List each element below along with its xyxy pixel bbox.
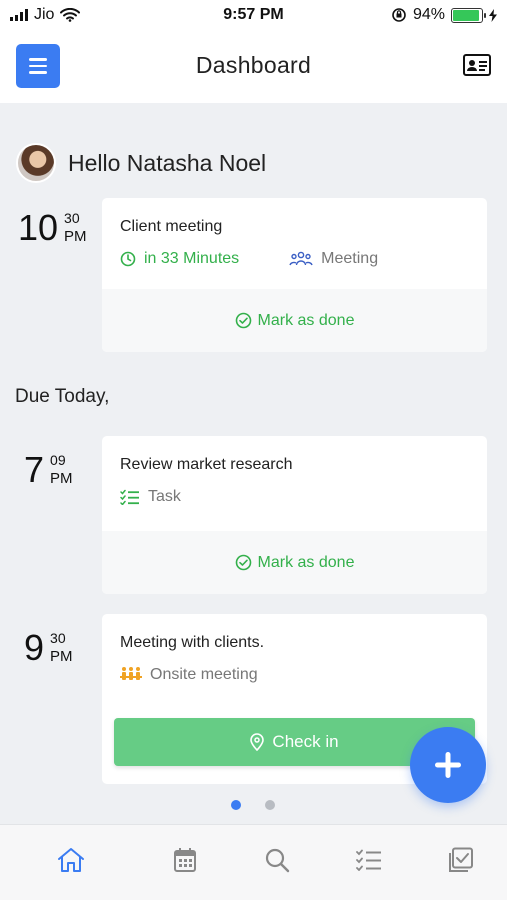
task-title: Review market research xyxy=(120,456,293,473)
bottom-nav xyxy=(0,824,507,900)
time-ampm: PM xyxy=(50,647,73,665)
tab-tasks[interactable] xyxy=(354,845,384,875)
time-hour: 9 xyxy=(24,627,45,668)
task-list-icon xyxy=(120,489,139,505)
page-title: Dashboard xyxy=(195,52,312,78)
tab-checklist[interactable] xyxy=(446,845,476,875)
add-button[interactable] xyxy=(410,727,486,803)
status-right: 94% xyxy=(391,6,497,24)
calendar-icon xyxy=(174,848,196,872)
mark-done-label: Mark as done xyxy=(257,553,355,571)
avatar[interactable] xyxy=(16,143,56,183)
task-card[interactable]: Review market research Task Mark as done xyxy=(102,436,487,594)
orientation-lock-icon xyxy=(392,8,406,22)
tab-home[interactable] xyxy=(56,845,86,875)
time-ampm: PM xyxy=(64,227,87,245)
greeting: Hello Natasha Noel xyxy=(16,143,266,183)
tab-search[interactable] xyxy=(262,845,292,875)
contact-card-icon[interactable] xyxy=(463,54,491,76)
check-in-label: Check in xyxy=(272,732,339,751)
upcoming-event-card[interactable]: Client meeting in 33 Minutes Meeting Mar… xyxy=(102,198,487,352)
meeting-time: 9 30 PM xyxy=(24,630,73,666)
battery-icon xyxy=(451,7,486,23)
task-list-icon xyxy=(356,849,381,871)
checklist-icon xyxy=(449,847,473,872)
meeting-meta: Onsite meeting xyxy=(120,666,258,684)
meeting-title: Meeting with clients. xyxy=(120,634,265,651)
time-hour: 7 xyxy=(24,449,45,490)
home-icon xyxy=(58,848,84,872)
search-icon xyxy=(265,848,290,873)
time-minute: 09 xyxy=(50,452,66,468)
time-ampm: PM xyxy=(50,469,73,487)
event-title: Client meeting xyxy=(120,218,223,235)
mark-done-button[interactable]: Mark as done xyxy=(102,289,487,352)
section-title-due-today: Due Today, xyxy=(15,386,110,407)
location-pin-icon xyxy=(250,733,265,751)
event-meta: in 33 Minutes Meeting xyxy=(120,250,378,268)
check-circle-icon xyxy=(235,554,251,571)
clock-icon xyxy=(120,251,136,267)
plus-icon xyxy=(435,752,461,778)
time-minute: 30 xyxy=(64,210,80,226)
event-type: Meeting xyxy=(321,250,379,267)
task-meta: Task xyxy=(120,488,181,506)
app-header: Dashboard xyxy=(0,30,507,103)
upcoming-time: 10 30 PM xyxy=(18,210,87,246)
onsite-meeting-icon xyxy=(120,667,142,680)
pagination-dot[interactable] xyxy=(265,800,275,810)
tab-calendar[interactable] xyxy=(170,845,200,875)
meeting-people-icon xyxy=(289,251,313,266)
check-circle-icon xyxy=(235,312,251,329)
event-eta: in 33 Minutes xyxy=(144,250,240,267)
pagination-dots[interactable] xyxy=(231,800,275,810)
meeting-type: Onsite meeting xyxy=(150,666,258,683)
status-bar: Jio 9:57 PM 94% xyxy=(0,0,507,30)
task-time: 7 09 PM xyxy=(24,452,73,488)
greeting-text: Hello Natasha Noel xyxy=(68,149,267,176)
time-hour: 10 xyxy=(18,207,59,248)
task-type: Task xyxy=(148,488,181,505)
charging-icon xyxy=(489,8,497,22)
pagination-dot[interactable] xyxy=(231,800,241,810)
mark-done-label: Mark as done xyxy=(257,311,355,329)
battery-percent: 94% xyxy=(412,6,445,23)
mark-done-button[interactable]: Mark as done xyxy=(102,531,487,594)
time-minute: 30 xyxy=(50,630,66,646)
